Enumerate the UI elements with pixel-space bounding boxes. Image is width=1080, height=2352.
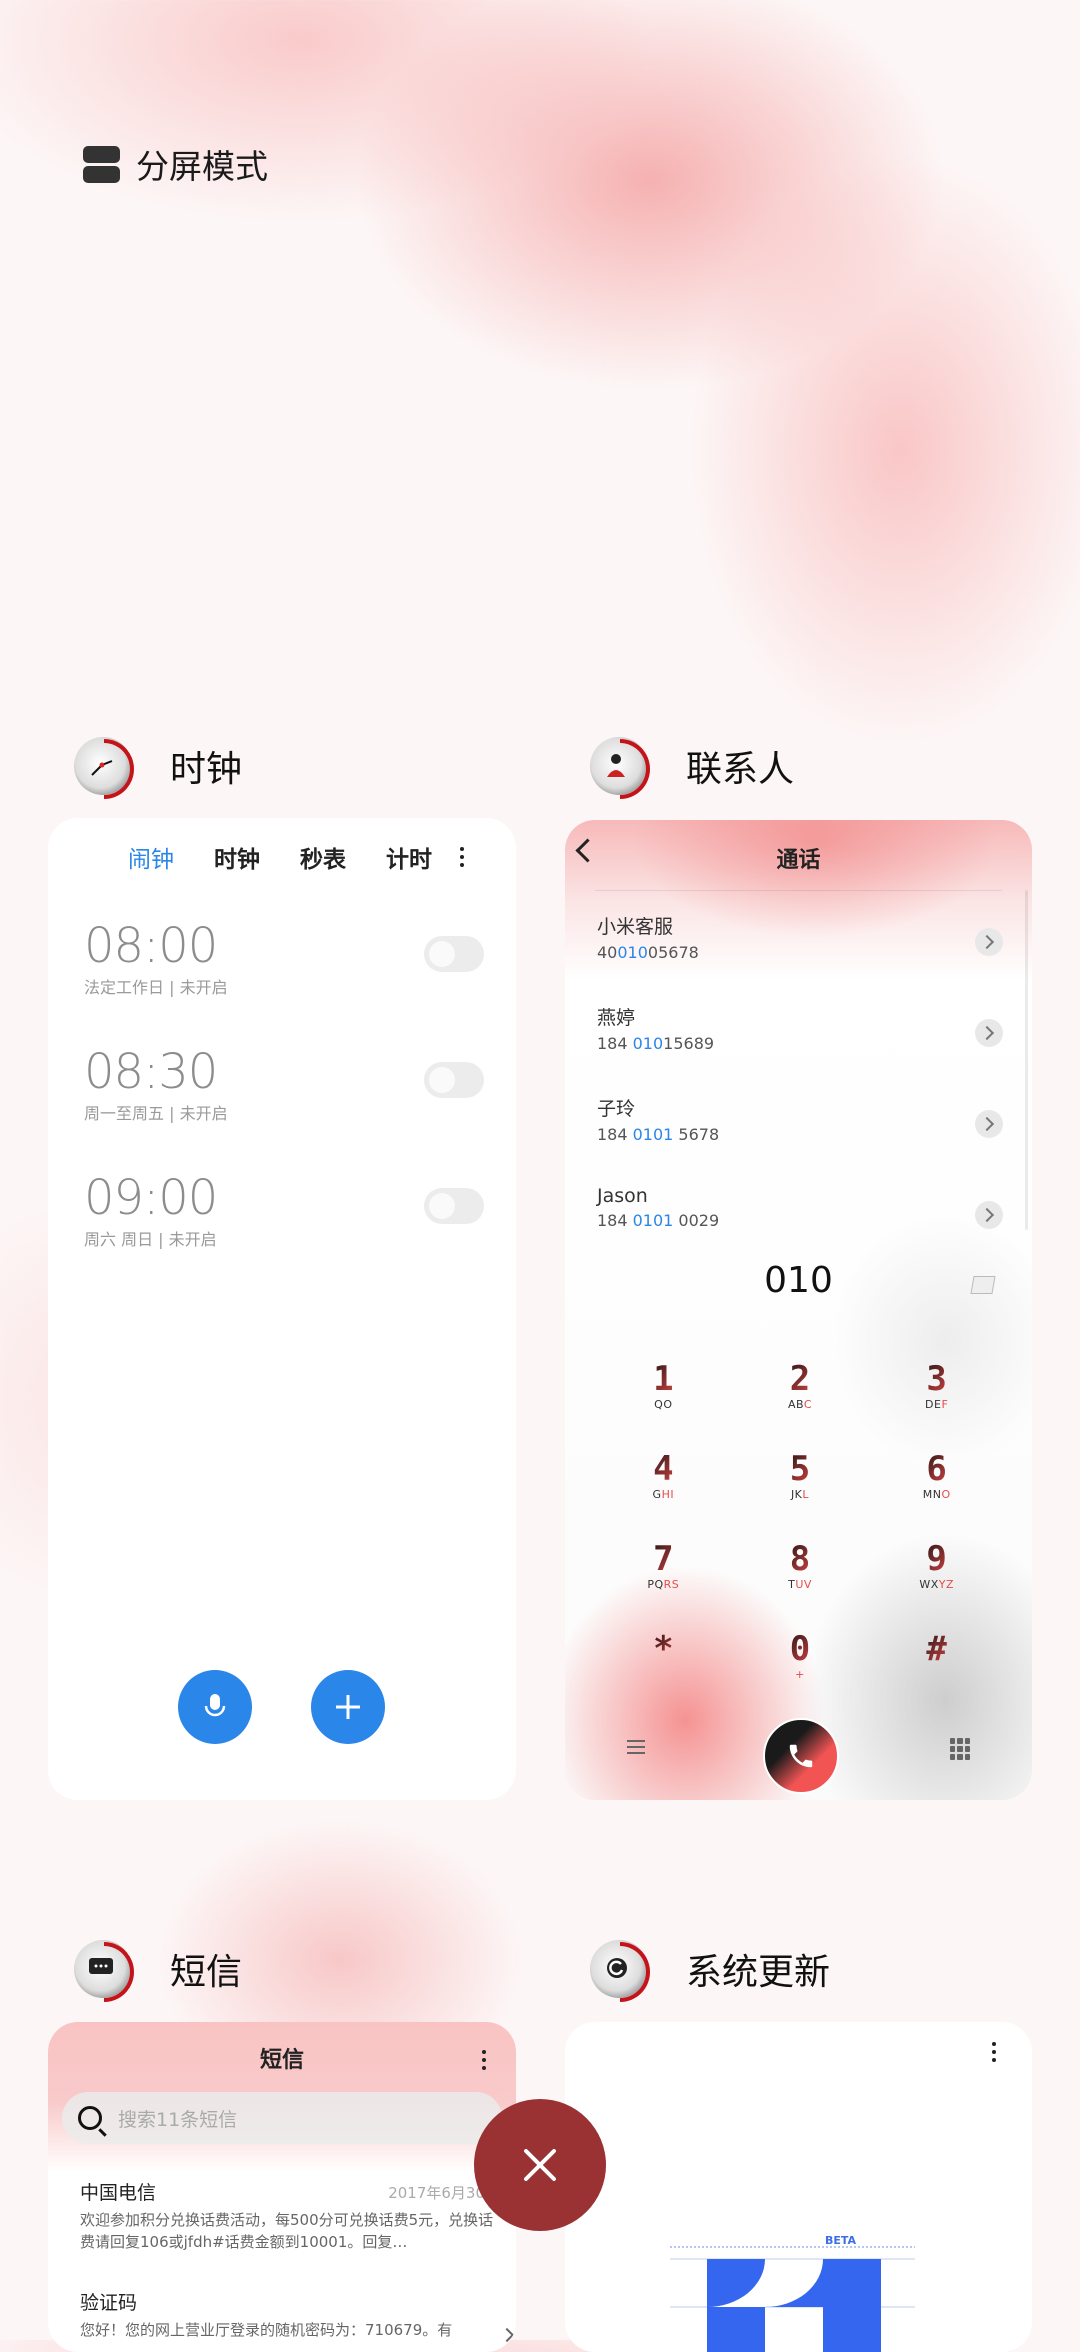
system-update-app-header[interactable]: 系统更新 — [590, 1940, 831, 2002]
close-icon — [524, 2149, 556, 2181]
key-9[interactable]: 9 WXYZ — [868, 1540, 1005, 1602]
contacts-app-title: 联系人 — [686, 749, 795, 790]
split-screen-button[interactable]: 分屏模式 — [83, 140, 268, 188]
contact-result[interactable]: 小米客服 4001005678 — [597, 912, 1017, 982]
divider — [595, 890, 1002, 891]
clock-app-title: 时钟 — [170, 749, 243, 790]
contact-result[interactable]: 子玲 184 0101 5678 — [597, 1094, 1017, 1164]
clock-app-header[interactable]: 时钟 — [74, 737, 243, 799]
message-thread[interactable]: 中国电信 2017年6月30日 欢迎参加积分兑换话费活动，每500分可兑换话费5… — [80, 2178, 500, 2253]
dialpad-toggle-icon[interactable] — [950, 1738, 970, 1760]
tab-alarm[interactable]: 闹钟 — [128, 840, 174, 874]
plus-icon — [336, 1695, 360, 1719]
contact-detail-icon[interactable] — [975, 928, 1003, 956]
alarm-repeat: 周一至周五 | 未开启 — [84, 1104, 228, 1123]
clock-app-preview[interactable]: 闹钟 时钟 秒表 计时 08:00 法定工作日 | 未开启 08:30 周一至周… — [48, 818, 516, 1800]
message-preview: 欢迎参加积分兑换话费活动，每500分可兑换话费5元，兑换话费请回复106或jfd… — [80, 2211, 494, 2251]
key-hash[interactable]: # — [868, 1630, 1005, 1692]
split-screen-icon — [83, 145, 120, 183]
messages-app-icon — [74, 1940, 134, 2002]
alarm-item[interactable]: 09:00 周六 周日 | 未开启 — [84, 1172, 484, 1250]
dialer-toolbar: 通话 — [565, 820, 1032, 892]
contacts-app-preview[interactable]: 通话 小米客服 4001005678 燕婷 184 01015689 子玲 18… — [565, 820, 1032, 1800]
message-sender: 验证码 — [80, 2292, 138, 2314]
clock-tabs: 闹钟 时钟 秒表 计时 — [128, 840, 464, 874]
contact-name: 小米客服 — [597, 916, 674, 938]
messages-title: 短信 — [259, 2048, 304, 2073]
contact-name: 燕婷 — [597, 1007, 636, 1029]
key-1[interactable]: 1 QO — [595, 1360, 732, 1422]
phone-icon — [789, 1744, 813, 1768]
messages-app-preview[interactable]: 短信 搜索11条短信 中国电信 2017年6月30日 欢迎参加积分兑换话费活动，… — [48, 2022, 516, 2352]
messages-app-title: 短信 — [170, 1952, 243, 1993]
key-8[interactable]: 8 TUV — [732, 1540, 869, 1602]
voice-alarm-button[interactable] — [178, 1670, 252, 1744]
key-3[interactable]: 3 DEF — [868, 1360, 1005, 1422]
clock-app-icon — [74, 737, 134, 799]
add-alarm-button[interactable] — [311, 1670, 385, 1744]
alarm-repeat: 周六 周日 | 未开启 — [84, 1230, 217, 1249]
key-4[interactable]: 4 GHI — [595, 1450, 732, 1512]
menu-icon[interactable] — [627, 1740, 645, 1754]
alarm-toggle[interactable] — [424, 1062, 484, 1098]
more-options-icon[interactable] — [482, 2050, 486, 2070]
message-preview: 您好！您的网上营业厅登录的随机密码为：710679。有 — [80, 2321, 453, 2339]
contact-result[interactable]: Jason 184 0101 0029 — [597, 1185, 1017, 1255]
key-star[interactable]: * — [595, 1630, 732, 1692]
key-5[interactable]: 5 JKL — [732, 1450, 869, 1512]
contact-detail-icon[interactable] — [975, 1019, 1003, 1047]
contacts-app-icon — [590, 737, 650, 799]
contact-result[interactable]: 燕婷 184 01015689 — [597, 1003, 1017, 1073]
alarm-item[interactable]: 08:00 法定工作日 | 未开启 — [84, 920, 484, 998]
contact-number: 184 0101 5678 — [597, 1125, 720, 1144]
close-all-button[interactable] — [474, 2099, 606, 2231]
system-update-app-icon — [590, 1940, 650, 2002]
dialer-title: 通话 — [776, 848, 821, 873]
key-0[interactable]: 0 + — [732, 1630, 869, 1692]
key-7[interactable]: 7 PQRS — [595, 1540, 732, 1602]
contacts-app-header[interactable]: 联系人 — [590, 737, 795, 799]
system-update-app-preview[interactable]: BETA — [565, 2022, 1032, 2352]
alarm-time: 08:30 — [84, 1044, 218, 1100]
system-update-app-title: 系统更新 — [686, 1952, 831, 1993]
alarm-toggle[interactable] — [424, 1188, 484, 1224]
alarm-time: 09:00 — [84, 1170, 218, 1226]
contact-name: Jason — [597, 1185, 648, 1207]
contact-number: 4001005678 — [597, 943, 699, 962]
alarm-repeat: 法定工作日 | 未开启 — [84, 978, 228, 997]
microphone-icon — [204, 1694, 226, 1717]
dialpad: 1 QO 2 ABC 3 DEF 4 GHI 5 JKL 6 MNO 7 PQRS 8 TUV … — [595, 1360, 1005, 1692]
scrollbar[interactable] — [1025, 890, 1028, 1230]
more-options-icon[interactable] — [460, 847, 464, 867]
alarm-toggle[interactable] — [424, 936, 484, 972]
key-2[interactable]: 2 ABC — [732, 1360, 869, 1422]
tab-stopwatch[interactable]: 秒表 — [300, 840, 346, 874]
contact-detail-icon[interactable] — [975, 1110, 1003, 1138]
contact-name: 子玲 — [597, 1098, 636, 1120]
message-thread[interactable]: 验证码 您好！您的网上营业厅登录的随机密码为：710679。有 — [80, 2288, 515, 2343]
more-options-icon[interactable] — [992, 2042, 996, 2062]
beta-badge: BETA — [825, 2234, 857, 2247]
dialed-number: 010 — [764, 1260, 833, 1301]
contact-number: 184 0101 0029 — [597, 1211, 720, 1230]
search-icon — [78, 2106, 102, 2130]
search-input[interactable]: 搜索11条短信 — [62, 2092, 502, 2144]
tab-timer[interactable]: 计时 — [386, 840, 432, 874]
alarm-item[interactable]: 08:30 周一至周五 | 未开启 — [84, 1046, 484, 1124]
beta-logo-illustration — [670, 2246, 915, 2352]
call-button[interactable] — [763, 1718, 839, 1794]
backspace-icon[interactable] — [970, 1276, 996, 1294]
search-placeholder: 搜索11条短信 — [118, 2108, 238, 2131]
tab-clock[interactable]: 时钟 — [214, 840, 260, 874]
alarm-time: 08:00 — [84, 918, 218, 974]
messages-app-header[interactable]: 短信 — [74, 1940, 243, 2002]
contact-number: 184 01015689 — [597, 1034, 715, 1053]
contact-detail-icon[interactable] — [975, 1201, 1003, 1229]
split-screen-label: 分屏模式 — [136, 147, 268, 186]
key-6[interactable]: 6 MNO — [868, 1450, 1005, 1512]
